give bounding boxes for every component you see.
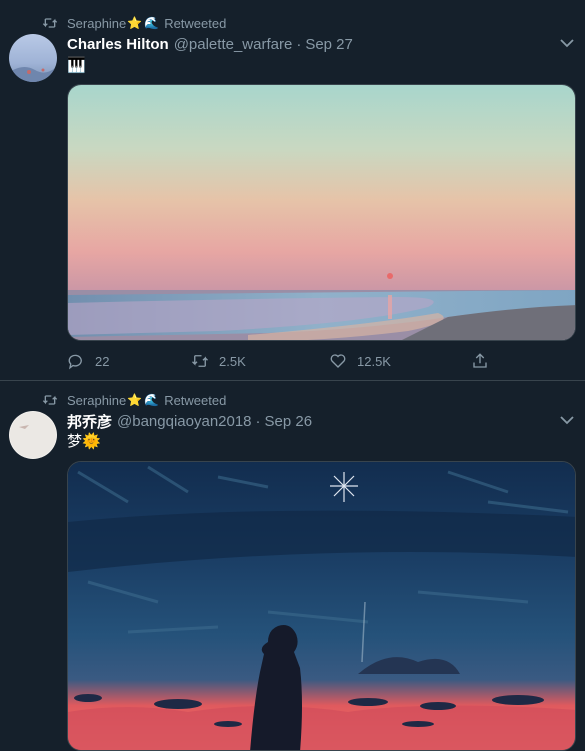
retweet-context: Seraphine ⭐ 🌊 Retweeted [42, 14, 226, 32]
tweet-media[interactable] [67, 461, 576, 751]
retweet-count: 2.5K [219, 353, 246, 369]
share-button[interactable] [471, 352, 499, 370]
retweet-icon [192, 355, 208, 367]
tweet-media[interactable] [67, 84, 576, 341]
reply-count: 22 [95, 353, 110, 369]
tweet-text: 梦🌞 [67, 432, 101, 450]
separator: · [296, 35, 302, 53]
author-name[interactable]: Charles Hilton [67, 36, 169, 53]
retweeter-name[interactable]: Seraphine [67, 16, 126, 31]
avatar-image [9, 34, 57, 82]
landscape-sunset-beach-image [68, 85, 575, 340]
chevron-down-icon[interactable] [560, 38, 574, 48]
reply-icon [68, 354, 82, 370]
separator: · [255, 412, 261, 430]
author-name[interactable]: 邦乔彦 [67, 411, 112, 432]
star-emoji: ⭐ [127, 393, 143, 407]
retweeted-label: Retweeted [164, 15, 227, 31]
tweet-date[interactable]: Sep 26 [265, 413, 313, 430]
retweeter-name[interactable]: Seraphine [67, 393, 126, 408]
tweet-header: Charles Hilton @palette_warfare · Sep 27 [67, 34, 353, 54]
like-button[interactable]: 12.5K [329, 352, 391, 370]
wave-emoji: 🌊 [144, 16, 160, 30]
wave-emoji: 🌊 [144, 393, 160, 407]
avatar[interactable] [9, 411, 57, 459]
tweet-actions: 22 2.5K 12.5K [67, 351, 497, 371]
tweet-text: 🎹 [67, 56, 86, 74]
tweet[interactable]: Seraphine ⭐ 🌊 Retweeted 邦乔彦 @bangqiaoyan… [0, 381, 585, 751]
like-count: 12.5K [357, 353, 391, 369]
avatar-image [9, 411, 57, 459]
retweet-icon [42, 395, 58, 405]
share-icon [473, 353, 487, 368]
retweet-icon [42, 18, 58, 28]
retweet-context: Seraphine ⭐ 🌊 Retweeted [42, 391, 226, 409]
author-handle[interactable]: @palette_warfare [174, 36, 293, 53]
tweet[interactable]: Seraphine ⭐ 🌊 Retweeted Charles Hilton @… [0, 0, 585, 381]
chevron-down-icon[interactable] [560, 415, 574, 425]
retweeted-label: Retweeted [164, 392, 227, 408]
girl-silhouette-night-sky-image [68, 462, 575, 750]
star-emoji: ⭐ [127, 16, 143, 30]
avatar[interactable] [9, 34, 57, 82]
heart-icon [330, 354, 346, 368]
tweet-date[interactable]: Sep 27 [305, 36, 353, 53]
tweet-header: 邦乔彦 @bangqiaoyan2018 · Sep 26 [67, 411, 312, 431]
retweet-button[interactable]: 2.5K [191, 352, 246, 370]
reply-button[interactable]: 22 [67, 352, 109, 370]
author-handle[interactable]: @bangqiaoyan2018 [117, 413, 252, 430]
